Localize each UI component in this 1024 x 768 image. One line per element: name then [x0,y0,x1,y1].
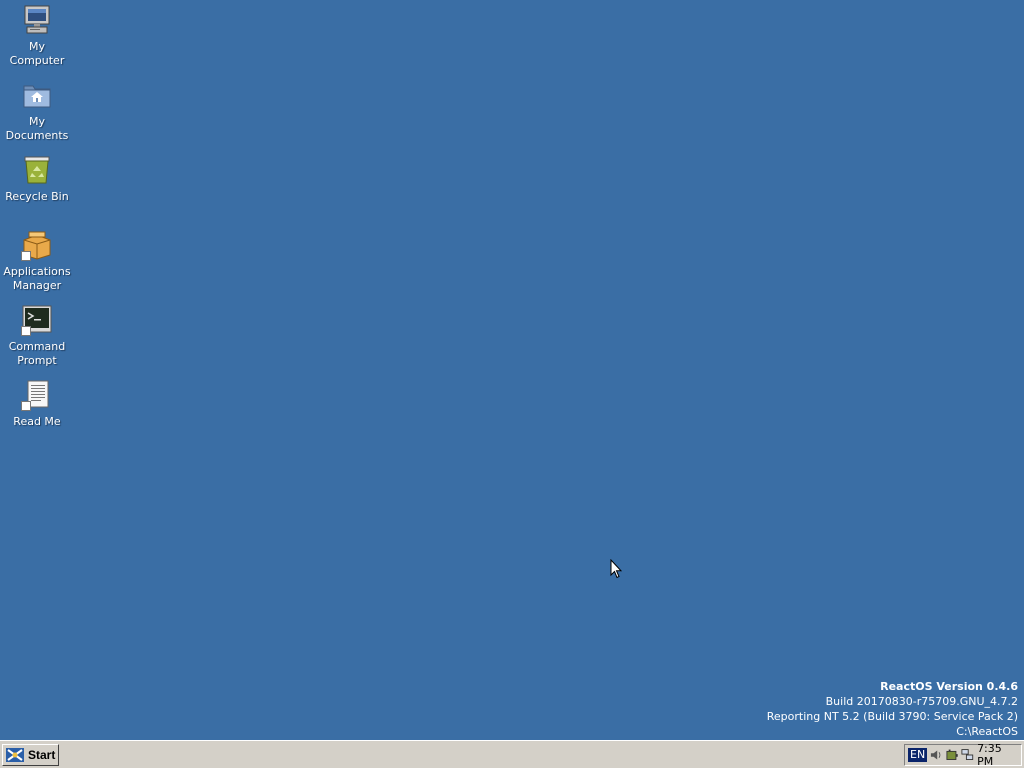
package-box-icon [21,229,53,261]
recycle-bin-icon [21,154,53,186]
desktop-icon-label: My Computer [9,40,65,67]
shortcut-arrow-icon [21,251,31,261]
taskbar: Start EN 7:35 PM [0,740,1024,768]
desktop-icon-recycle-bin[interactable]: Recycle Bin [2,154,72,204]
start-button[interactable]: Start [2,744,59,766]
system-tray: EN 7:35 PM [904,742,1022,768]
mouse-cursor-icon [610,559,622,579]
reactos-logo-icon [6,748,24,762]
desktop-icon-read-me[interactable]: Read Me [2,379,72,429]
shortcut-arrow-icon [21,401,31,411]
version-info: ReactOS Version 0.4.6 Build 20170830-r75… [767,679,1018,739]
desktop-icon-label: Applications Manager [3,265,71,292]
desktop-icon-command-prompt[interactable]: Command Prompt [2,304,72,368]
desktop-icon-label: Command Prompt [8,340,66,367]
desktop-icon-my-documents[interactable]: My Documents [2,79,72,143]
clock[interactable]: 7:35 PM [977,742,1017,768]
language-indicator[interactable]: EN [908,748,928,762]
start-button-label: Start [28,748,56,762]
desktop-icon-label: Read Me [13,415,61,428]
volume-icon[interactable] [930,748,943,762]
network-icon[interactable] [961,748,974,762]
version-title: ReactOS Version 0.4.6 [880,680,1018,693]
battery-power-icon[interactable] [946,748,959,762]
shortcut-arrow-icon [21,326,31,336]
desktop-icon-label: Recycle Bin [5,190,69,203]
desktop-icon-applications-manager[interactable]: Applications Manager [2,229,72,293]
desktop[interactable]: My Computer My Documents Recycle Bin App… [0,0,1024,740]
version-path: C:\ReactOS [956,725,1018,738]
version-build: Build 20170830-r75709.GNU_4.7.2 [825,695,1018,708]
desktop-icon-label: My Documents [5,115,69,142]
documents-folder-icon [21,79,53,111]
computer-icon [21,4,53,36]
text-document-icon [21,379,53,411]
desktop-icon-my-computer[interactable]: My Computer [2,4,72,68]
version-reporting: Reporting NT 5.2 (Build 3790: Service Pa… [766,710,1018,723]
terminal-icon [21,304,53,336]
